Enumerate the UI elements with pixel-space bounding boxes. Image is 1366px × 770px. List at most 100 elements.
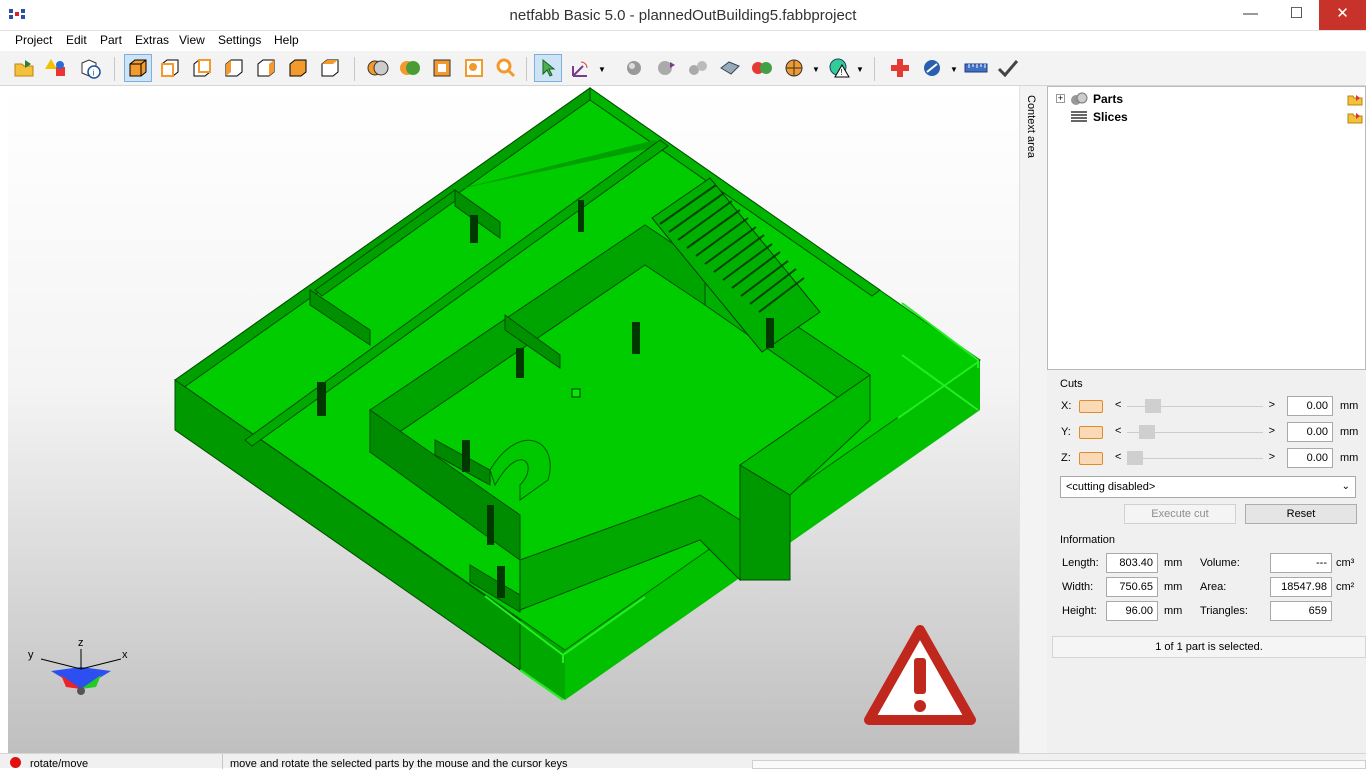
- tree-item-slices-label: Slices: [1093, 110, 1128, 124]
- svg-text:!: !: [841, 68, 843, 77]
- merge-icon[interactable]: [748, 54, 776, 82]
- parts-folder-icon[interactable]: [1347, 94, 1363, 106]
- title-bar: netfabb Basic 5.0 - plannedOutBuilding5.…: [0, 0, 1366, 31]
- cut-icon[interactable]: [780, 54, 808, 82]
- rotate-dropdown-icon[interactable]: ▼: [598, 65, 606, 74]
- view-iso-icon[interactable]: [124, 54, 152, 82]
- context-area-label[interactable]: Context area: [1025, 95, 1037, 158]
- bounding-box-icon[interactable]: [428, 54, 456, 82]
- cutting-mode-value: <cutting disabled>: [1066, 481, 1156, 493]
- cut-x-slider[interactable]: < >: [1115, 398, 1275, 414]
- chevron-left-icon[interactable]: <: [1115, 425, 1121, 437]
- cut-z-slider[interactable]: < >: [1115, 450, 1275, 466]
- select-pointer-icon[interactable]: [534, 54, 562, 82]
- status-divider: [222, 754, 223, 769]
- cut-dropdown-icon[interactable]: ▼: [812, 65, 820, 74]
- context-area-strip[interactable]: [1019, 86, 1047, 753]
- length-unit: mm: [1164, 557, 1183, 569]
- menu-settings[interactable]: Settings: [218, 33, 261, 47]
- chevron-right-icon[interactable]: >: [1269, 451, 1275, 463]
- volume-value: ---: [1270, 553, 1332, 573]
- add-part-icon[interactable]: [43, 54, 71, 82]
- cut-z-thumb[interactable]: [1127, 451, 1143, 465]
- maximize-button[interactable]: ☐: [1274, 0, 1319, 30]
- cut-z-color[interactable]: [1079, 452, 1103, 465]
- status-mode: rotate/move: [30, 758, 89, 770]
- menu-project[interactable]: Project: [15, 33, 52, 47]
- cut-x-value[interactable]: 0.00: [1287, 396, 1333, 416]
- tree-item-slices[interactable]: Slices: [1070, 109, 1128, 125]
- chevron-left-icon[interactable]: <: [1115, 399, 1121, 411]
- cut-y-slider[interactable]: < >: [1115, 424, 1275, 440]
- cut-y-unit: mm: [1340, 426, 1359, 438]
- close-button[interactable]: ✕: [1319, 0, 1366, 30]
- reset-button[interactable]: Reset: [1245, 504, 1357, 524]
- cut-z-unit: mm: [1340, 452, 1359, 464]
- measure-dropdown-icon[interactable]: ▼: [950, 65, 958, 74]
- parts-expander[interactable]: +: [1056, 94, 1065, 103]
- warning-icon[interactable]: [863, 624, 977, 728]
- tree-item-parts-label: Parts: [1093, 92, 1124, 106]
- slices-folder-icon[interactable]: [1347, 112, 1363, 124]
- chevron-left-icon[interactable]: <: [1115, 451, 1121, 463]
- chevron-right-icon[interactable]: >: [1269, 399, 1275, 411]
- cutting-mode-select[interactable]: <cutting disabled> ⌄: [1060, 476, 1356, 498]
- area-label: Area:: [1200, 581, 1227, 593]
- menu-edit[interactable]: Edit: [66, 33, 87, 47]
- 3d-viewport[interactable]: z y x: [8, 86, 1019, 753]
- execute-cut-button[interactable]: Execute cut: [1124, 504, 1236, 524]
- view-back-icon[interactable]: [188, 54, 216, 82]
- axis-y-label: y: [28, 649, 34, 661]
- length-value: 803.40: [1106, 553, 1158, 573]
- cut-z-label: Z:: [1061, 452, 1071, 464]
- repair-dropdown-icon[interactable]: ▼: [856, 65, 864, 74]
- menu-extras[interactable]: Extras: [135, 33, 169, 47]
- status-bar: rotate/move move and rotate the selected…: [0, 753, 1366, 770]
- cut-x-color[interactable]: [1079, 400, 1103, 413]
- view-right-icon[interactable]: [252, 54, 280, 82]
- zoom-all-icon[interactable]: [460, 54, 488, 82]
- cut-y-thumb[interactable]: [1139, 425, 1155, 439]
- minimize-button[interactable]: —: [1228, 0, 1273, 30]
- sphere-icon[interactable]: [620, 54, 648, 82]
- area-value: 18547.98: [1270, 577, 1332, 597]
- cut-x-unit: mm: [1340, 400, 1359, 412]
- measure-icon[interactable]: [918, 54, 946, 82]
- zoom-icon[interactable]: [492, 54, 520, 82]
- slices-icon: [1071, 111, 1087, 122]
- cut-y-value[interactable]: 0.00: [1287, 422, 1333, 442]
- chevron-down-icon: ⌄: [1341, 481, 1350, 492]
- shading-icon[interactable]: [396, 54, 424, 82]
- colors-icon[interactable]: [364, 54, 392, 82]
- view-front-icon[interactable]: [156, 54, 184, 82]
- cut-y-color[interactable]: [1079, 426, 1103, 439]
- menu-part[interactable]: Part: [100, 33, 122, 47]
- chevron-right-icon[interactable]: >: [1269, 425, 1275, 437]
- cut-x-thumb[interactable]: [1145, 399, 1161, 413]
- scale-icon[interactable]: [716, 54, 744, 82]
- project-tree: + Parts Slices: [1047, 86, 1366, 370]
- view-top-icon[interactable]: [284, 54, 312, 82]
- triangles-label: Triangles:: [1200, 605, 1248, 617]
- cut-z-value[interactable]: 0.00: [1287, 448, 1333, 468]
- ruler-icon[interactable]: [962, 54, 990, 82]
- main-toolbar: i ▼ ▼ ! ▼ ▼: [0, 51, 1366, 86]
- view-bottom-icon[interactable]: [316, 54, 344, 82]
- height-unit: mm: [1164, 605, 1183, 617]
- part-info-icon[interactable]: i: [76, 54, 104, 82]
- triangles-value: 659: [1270, 601, 1332, 621]
- menu-view[interactable]: View: [179, 33, 205, 47]
- view-left-icon[interactable]: [220, 54, 248, 82]
- add-repair-icon[interactable]: [886, 54, 914, 82]
- apply-check-icon[interactable]: [994, 54, 1022, 82]
- rotate-move-icon[interactable]: [566, 54, 594, 82]
- open-project-icon[interactable]: [10, 54, 38, 82]
- height-value: 96.00: [1106, 601, 1158, 621]
- menu-help[interactable]: Help: [274, 33, 299, 47]
- repair-icon[interactable]: !: [826, 54, 854, 82]
- move-icon[interactable]: [652, 54, 680, 82]
- volume-unit: cm³: [1336, 557, 1355, 569]
- arrange-icon[interactable]: [684, 54, 712, 82]
- tree-item-parts[interactable]: Parts: [1070, 91, 1123, 107]
- toolbar-separator: [114, 57, 115, 81]
